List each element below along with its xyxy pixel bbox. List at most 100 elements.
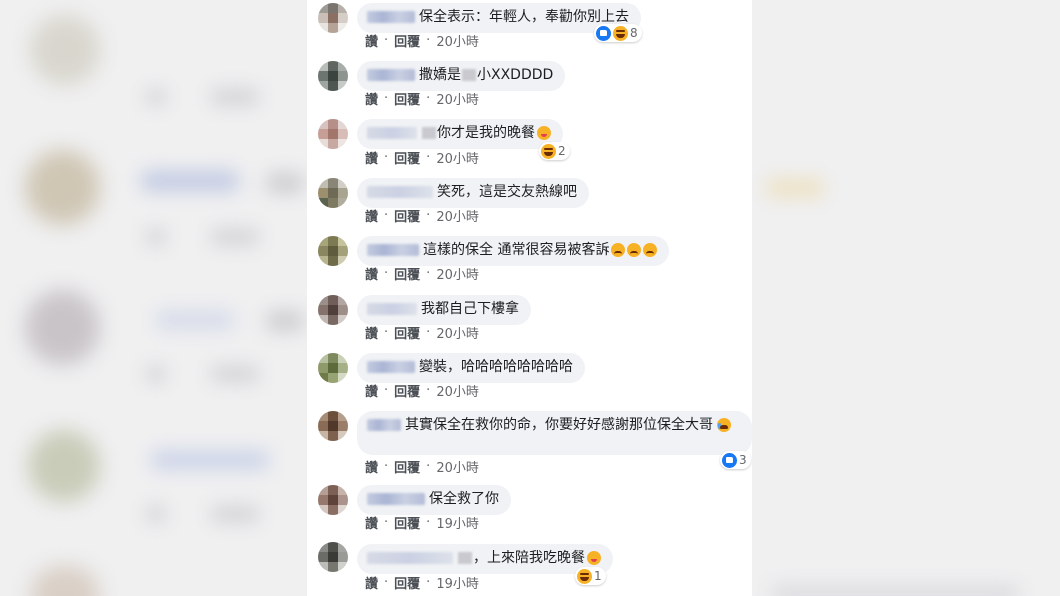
yum-face-icon (537, 126, 551, 140)
reply-button[interactable]: 回覆 (394, 31, 420, 50)
reaction-count: 2 (558, 144, 566, 158)
timestamp[interactable]: 20小時 (436, 264, 479, 283)
comment-text: 變裝，哈哈哈哈哈哈哈哈 (419, 359, 573, 375)
reaction-count: 1 (594, 569, 602, 583)
comment-text: 你才是我的晚餐 (437, 125, 535, 141)
like-button[interactable]: 讚 (365, 457, 378, 476)
like-button[interactable]: 讚 (365, 381, 378, 400)
commenter-name[interactable] (367, 361, 415, 373)
avatar[interactable] (318, 178, 348, 208)
reply-button[interactable]: 回覆 (394, 89, 420, 108)
comment-bubble: 笑死，這是交友熱線吧 (357, 178, 589, 208)
comment-bubble: 保全救了你 (357, 485, 511, 515)
comments-panel: 保全表示：年輕人，奉勸你別上去 8 讚 · 回覆 · 20小時 撒嬌是 小XXDDD… (307, 0, 752, 596)
commenter-name[interactable] (367, 127, 417, 139)
timestamp[interactable]: 20小時 (436, 148, 479, 167)
like-button[interactable]: 讚 (365, 573, 378, 592)
comment-actions: 讚 · 回覆 · 19小時 (365, 573, 479, 592)
like-button[interactable]: 讚 (365, 264, 378, 283)
like-icon (596, 25, 611, 41)
avatar[interactable] (318, 485, 348, 515)
timestamp[interactable]: 20小時 (436, 89, 479, 108)
like-button[interactable]: 讚 (365, 513, 378, 532)
comment-bubble: 其實保全在救你的命，你要好好感謝那位保全大哥 (357, 411, 752, 455)
reaction-summary[interactable]: 1 (575, 567, 606, 585)
commenter-name[interactable] (367, 186, 433, 198)
comment-text: 我都自己下樓拿 (421, 301, 519, 317)
comment-actions: 讚 · 回覆 · 20小時 (365, 323, 479, 342)
sad-face-icon (611, 243, 626, 257)
commenter-name[interactable] (367, 419, 401, 431)
comment-text: 保全救了你 (429, 491, 499, 507)
like-icon (722, 452, 737, 468)
timestamp[interactable]: 20小時 (436, 323, 479, 342)
commenter-name[interactable] (367, 493, 425, 505)
timestamp[interactable]: 20小時 (436, 31, 479, 50)
reaction-count: 3 (739, 453, 747, 467)
avatar[interactable] (318, 236, 348, 266)
comment-actions: 讚 · 回覆 · 20小時 (365, 264, 479, 283)
reaction-count: 8 (630, 26, 638, 40)
comment-bubble: 你才是我的晚餐 (357, 119, 563, 149)
reply-button[interactable]: 回覆 (394, 457, 420, 476)
avatar[interactable] (318, 3, 348, 33)
reply-button[interactable]: 回覆 (394, 206, 420, 225)
commenter-name[interactable] (367, 11, 415, 23)
timestamp[interactable]: 19小時 (436, 513, 479, 532)
reply-button[interactable]: 回覆 (394, 513, 420, 532)
comment-actions: 讚 · 回覆 · 20小時 (365, 89, 479, 108)
comment-actions: 讚 · 回覆 · 20小時 (365, 381, 479, 400)
like-button[interactable]: 讚 (365, 31, 378, 50)
like-button[interactable]: 讚 (365, 148, 378, 167)
comment-bubble: 撒嬌是 小XXDDDD (357, 61, 566, 91)
comment-text-continued: 小XXDDDD (477, 67, 554, 83)
like-button[interactable]: 讚 (365, 89, 378, 108)
like-button[interactable]: 讚 (365, 323, 378, 342)
avatar[interactable] (318, 295, 348, 325)
sad-face-icon (627, 243, 642, 257)
avatar[interactable] (318, 61, 348, 91)
timestamp[interactable]: 19小時 (436, 573, 479, 592)
reply-button[interactable]: 回覆 (394, 264, 420, 283)
commenter-name[interactable] (367, 244, 419, 256)
avatar[interactable] (318, 542, 348, 572)
avatar[interactable] (318, 119, 348, 149)
comment-bubble: ，上來陪我吃晚餐 (357, 544, 613, 574)
reaction-summary[interactable]: 2 (539, 142, 570, 160)
sad-face-icon (643, 243, 658, 257)
like-button[interactable]: 讚 (365, 206, 378, 225)
comment-bubble: 變裝，哈哈哈哈哈哈哈哈 (357, 353, 585, 383)
comment-text: 笑死，這是交友熱線吧 (437, 184, 577, 200)
comment-text: 撒嬌是 (419, 67, 461, 83)
avatar[interactable] (318, 353, 348, 383)
reply-button[interactable]: 回覆 (394, 148, 420, 167)
reply-button[interactable]: 回覆 (394, 573, 420, 592)
reply-button[interactable]: 回覆 (394, 381, 420, 400)
commenter-name[interactable] (367, 69, 415, 81)
haha-icon (541, 143, 556, 159)
censored-mosaic (458, 552, 472, 564)
comment-text: 其實保全在救你的命，你要好好感謝那位保全大哥 (405, 417, 713, 433)
haha-icon (613, 25, 628, 41)
reply-button[interactable]: 回覆 (394, 323, 420, 342)
timestamp[interactable]: 20小時 (436, 381, 479, 400)
commenter-name[interactable] (367, 552, 453, 564)
comment-actions: 讚 · 回覆 · 20小時 (365, 31, 479, 50)
censored-mosaic (462, 69, 476, 81)
comment-actions: 讚 · 回覆 · 20小時 (365, 148, 479, 167)
timestamp[interactable]: 20小時 (436, 457, 479, 476)
haha-icon (577, 568, 592, 584)
crying-face-icon (717, 418, 731, 432)
comment-actions: 讚 · 回覆 · 20小時 (365, 457, 479, 476)
laughing-face-icon (587, 551, 601, 565)
reaction-summary[interactable]: 8 (594, 24, 642, 42)
censored-mosaic (422, 127, 436, 139)
timestamp[interactable]: 20小時 (436, 206, 479, 225)
comment-text: ，上來陪我吃晚餐 (473, 550, 585, 566)
comment-text: 這樣的保全 通常很容易被客訴 (423, 242, 610, 258)
comment-actions: 讚 · 回覆 · 20小時 (365, 206, 479, 225)
avatar[interactable] (318, 411, 348, 441)
comment-bubble: 我都自己下樓拿 (357, 295, 531, 325)
commenter-name[interactable] (367, 303, 417, 315)
reaction-summary[interactable]: 3 (720, 451, 751, 469)
